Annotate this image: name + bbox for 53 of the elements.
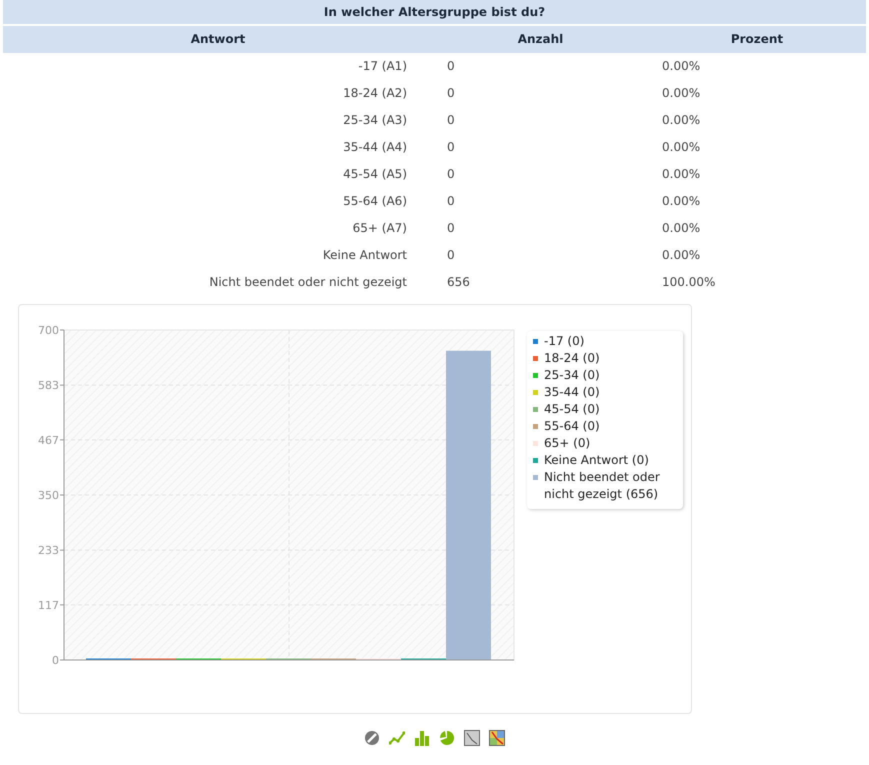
table-cell-text: 0: [446, 247, 456, 264]
table-cell-text: 0.00%: [662, 58, 702, 75]
table-cell-text: 100.00%: [662, 274, 716, 291]
axis-tick-label: 583: [38, 379, 59, 392]
column-header: Prozent: [730, 31, 784, 48]
table-cell-text: 0: [446, 166, 456, 183]
column-header: Antwort: [190, 31, 246, 48]
table-cell-text: 0.00%: [662, 220, 702, 237]
axis-tick-label: 700: [38, 324, 59, 337]
table-cell-text: 65+ (A7): [352, 220, 408, 237]
table-cell-text: 0.00%: [662, 85, 702, 102]
table-cell-text: 0.00%: [662, 112, 702, 129]
legend-label: -17 (0): [544, 333, 584, 350]
table-cell-text: 0: [446, 220, 456, 237]
table-cell-text: 55-64 (A6): [342, 193, 408, 210]
axis-tick-label: 0: [52, 654, 59, 667]
table-cell-text: 0: [446, 112, 456, 129]
column-header: Anzahl: [516, 31, 564, 48]
table-cell-text: 656: [446, 274, 471, 291]
grid-chart-icon[interactable]: [464, 730, 480, 746]
legend-label: Keine Antwort (0): [544, 452, 649, 469]
line-chart-icon[interactable]: [389, 730, 405, 746]
question-title: In welcher Altersgruppe bist du?: [3, 0, 866, 26]
table-cell-text: 35-44 (A4): [342, 139, 408, 156]
table-cell-text: -17 (A1): [357, 58, 408, 75]
axis-tick-label: 467: [38, 434, 59, 447]
table-cell-text: 0.00%: [662, 247, 702, 264]
table-cell-text: 0: [446, 139, 456, 156]
table-cell-text: 0: [446, 85, 456, 102]
axis-tick-label: 350: [38, 489, 59, 502]
table-cell-text: 25-34 (A3): [342, 112, 408, 129]
legend-label: Nicht beendet oder nicht gezeigt (656): [544, 469, 661, 503]
axis-tick-label: 117: [38, 598, 59, 612]
table-cell-text: 18-24 (A2): [342, 85, 408, 102]
table-cell-text: 0: [446, 193, 456, 210]
table-cell-text: Keine Antwort: [322, 247, 408, 264]
bar-chart-icon[interactable]: [414, 730, 430, 746]
pie-chart-icon[interactable]: [439, 730, 455, 746]
legend-label: 45-54 (0): [544, 401, 600, 418]
table-cell-text: 0.00%: [662, 193, 702, 210]
legend-label: 65+ (0): [544, 435, 590, 452]
legend-label: 18-24 (0): [544, 350, 600, 367]
map-chart-icon[interactable]: [489, 730, 505, 746]
table-cell-text: 0: [446, 58, 456, 75]
no-chart-icon[interactable]: [364, 730, 380, 746]
table-cell-text: 0.00%: [662, 139, 702, 156]
legend-label: 35-44 (0): [544, 384, 600, 401]
legend-label: 55-64 (0): [544, 418, 600, 435]
table-cell-text: Nicht beendet oder nicht gezeigt: [208, 274, 408, 291]
table-cell-text: 45-54 (A5): [342, 166, 408, 183]
legend-label: 25-34 (0): [544, 367, 600, 384]
table-cell-text: 0.00%: [662, 166, 702, 183]
axis-tick-label: 233: [38, 544, 59, 558]
